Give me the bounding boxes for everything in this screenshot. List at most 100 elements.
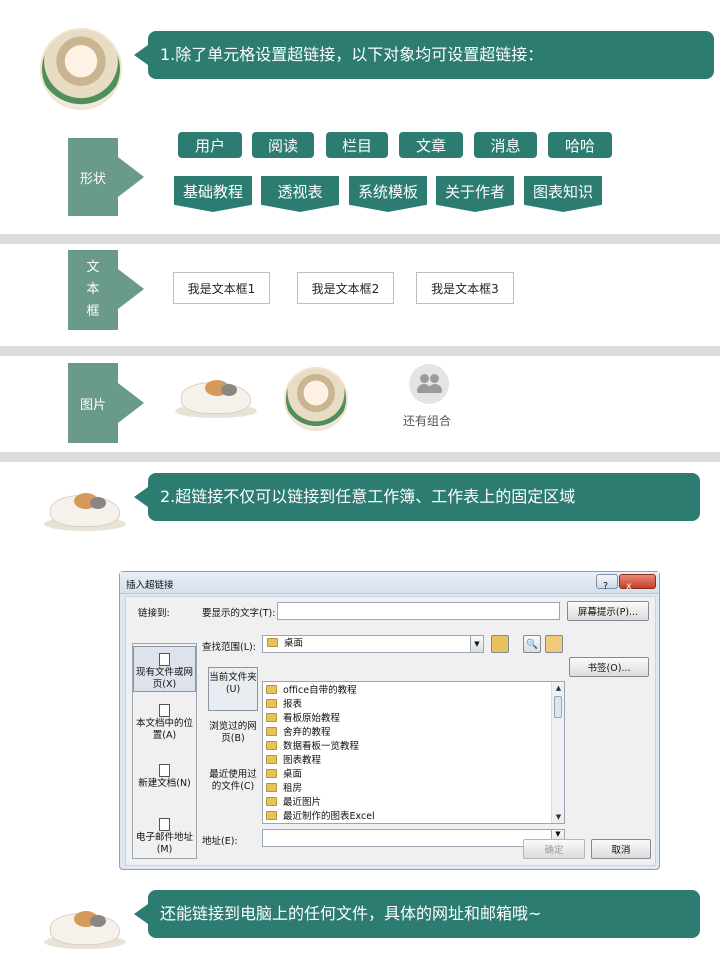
help-button[interactable]: ? [596,574,618,592]
list-item[interactable]: 报表 [266,698,302,712]
scroll-thumb[interactable] [554,696,562,718]
web-page-icon [159,653,170,666]
speech-bubble-1: 1.除了单元格设置超链接，以下对象均可设置超链接： [134,31,714,79]
close-icon: x [626,581,632,592]
sidebar-item-new-doc[interactable]: 新建文档(N) [133,764,196,798]
cat-avatar-3 [44,907,126,951]
bookmark-button[interactable]: 书签(O)... [569,657,649,677]
tag-image-label: 图片 [79,397,106,413]
list-item[interactable]: 最近制作的图表Excel [266,810,375,823]
list-item[interactable]: 数据看板一览教程 [266,740,359,754]
folder-icon [266,783,277,792]
list-item[interactable]: 最近图片 [266,796,321,810]
pentagon-shape-3[interactable]: 系统模板 [349,176,427,212]
folder-icon [266,741,277,750]
scroll-up-icon[interactable]: ▲ [552,682,564,694]
list-item[interactable]: 图表教程 [266,754,321,768]
shape-label: 透视表 [277,183,323,201]
pentagon-shape-1[interactable]: 基础教程 [174,176,252,212]
folder-icon [266,727,277,736]
shape-button-4[interactable]: 文章 [399,132,463,158]
shape-button-6[interactable]: 哈哈 [548,132,612,158]
group-users-icon[interactable] [409,364,449,404]
file-name: 报表 [283,699,303,710]
lookin-combo[interactable]: 桌面 ▼ [262,635,484,653]
file-name: 最近制作的图表Excel [283,811,375,822]
avatar-image[interactable] [284,367,348,431]
list-item[interactable]: 租房 [266,782,302,796]
pentagon-shape-2[interactable]: 透视表 [261,176,339,212]
screentip-button[interactable]: 屏幕提示(P)... [567,601,649,621]
cat-image-1[interactable] [175,376,257,420]
section-divider-1 [0,234,720,244]
folder-icon [266,797,277,806]
tag-textbox-arrow [118,269,144,309]
close-button[interactable]: x [619,574,656,592]
folder-icon [266,713,277,722]
tag-textbox: 文 本 框 [68,250,118,330]
link-type-sidebar: 现有文件或网页(X) 本文档中的位置(A) 新建文档(N) 电子邮件地址(M) [132,643,197,859]
file-list[interactable]: office自带的教程 报表 看板原始教程 舍弃的教程 数据看板一览教程 图表教… [262,681,565,824]
lookin-label: 查找范围(L): [202,642,256,653]
shape-button-2[interactable]: 阅读 [252,132,314,158]
document-place-icon [159,704,170,717]
dialog-titlebar: 插入超链接 ? x [120,572,659,594]
folder-icon [266,769,277,778]
list-item[interactable]: office自带的教程 [266,684,357,698]
pentagon-shape-4[interactable]: 关于作者 [436,176,514,212]
cancel-label: 取消 [611,845,631,856]
address-input[interactable]: ▼ [262,829,565,847]
folder-icon [266,699,277,708]
display-text-input[interactable] [277,602,560,620]
sidebar-item-existing-file[interactable]: 现有文件或网页(X) [133,646,196,692]
file-name: 最近图片 [283,797,322,808]
folder-icon [266,811,277,820]
list-item[interactable]: 舍弃的教程 [266,726,331,740]
list-item[interactable]: 看板原始教程 [266,712,340,726]
text-box-label: 我是文本框3 [431,281,499,296]
shape-button-3[interactable]: 栏目 [326,132,388,158]
email-icon [159,818,170,831]
group-label: 还有组合 [403,414,452,428]
tag-textbox-char: 文 [86,260,100,275]
shape-label: 消息 [490,136,521,155]
shape-button-5[interactable]: 消息 [474,132,537,158]
tag-textbox-char: 框 [86,304,100,319]
text-box-label: 我是文本框2 [311,281,380,296]
browse-web-button[interactable]: 🔍 [523,635,541,653]
sidebar-item-place-in-doc[interactable]: 本文档中的位置(A) [133,704,196,750]
shape-label: 哈哈 [564,136,595,155]
sidebar-item-email[interactable]: 电子邮件地址(M) [133,818,196,858]
text-box-2[interactable]: 我是文本框2 [297,272,394,304]
lookin-value: 桌面 [284,638,304,649]
tag-shape-arrow [118,157,144,197]
cancel-button[interactable]: 取消 [591,839,651,859]
browse-file-button[interactable] [545,635,563,653]
chevron-down-icon[interactable]: ▼ [470,636,483,652]
text-box-3[interactable]: 我是文本框3 [416,272,514,304]
shape-label: 基础教程 [182,183,243,201]
nav-browsed-pages[interactable]: 浏览过的网页(B) [208,721,258,749]
cat-avatar-2 [44,489,126,533]
shape-label: 文章 [415,136,446,155]
bookmark-label: 书签(O)... [587,663,631,674]
file-name: 舍弃的教程 [283,727,331,738]
file-name: 租房 [283,783,303,794]
nav-recent-files[interactable]: 最近使用过的文件(C) [208,769,258,797]
speech-bubble-2: 2.超链接不仅可以链接到任意工作簿、工作表上的固定区域 [134,473,700,521]
pentagon-shape-5[interactable]: 图表知识 [524,176,602,212]
ok-button[interactable]: 确定 [523,839,585,859]
shape-label: 用户 [194,136,225,155]
nav-current-folder[interactable]: 当前文件夹(U) [208,667,258,711]
file-list-scrollbar[interactable]: ▲ ▼ [551,682,564,823]
shape-label: 关于作者 [444,183,505,201]
list-item[interactable]: 桌面 [266,768,302,782]
up-folder-button[interactable] [491,635,509,653]
text-box-1[interactable]: 我是文本框1 [173,272,270,304]
screentip-label: 屏幕提示(P)... [577,607,639,618]
tag-image: 图片 [68,363,118,443]
file-name: 数据看板一览教程 [283,741,360,752]
shape-label: 图表知识 [532,183,593,201]
shape-button-1[interactable]: 用户 [178,132,242,158]
scroll-down-icon[interactable]: ▼ [552,811,564,823]
